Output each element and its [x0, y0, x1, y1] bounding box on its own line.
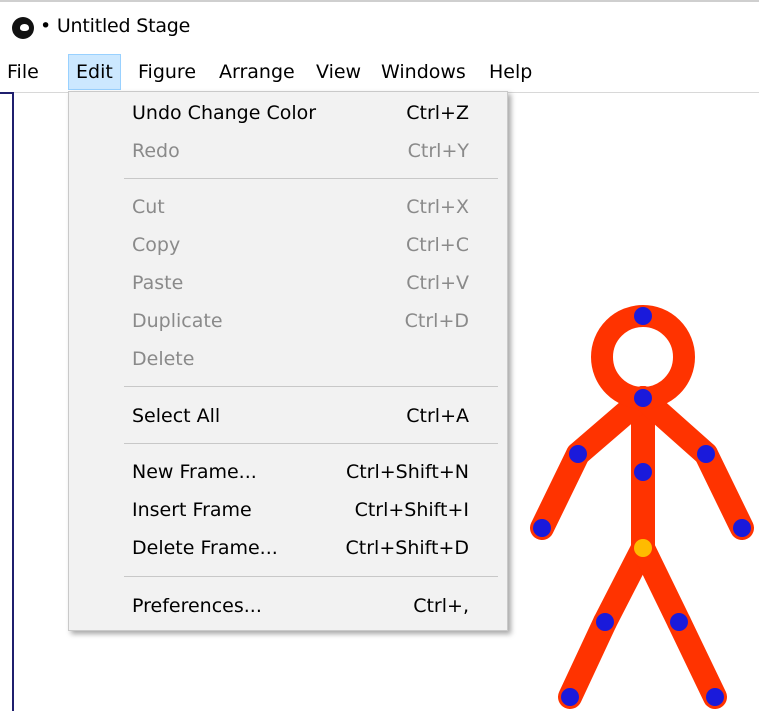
menu-item-label: Redo — [132, 140, 180, 162]
menu-item-label: Delete Frame... — [132, 537, 278, 559]
menu-item-shortcut: Ctrl+Y — [407, 140, 469, 162]
menu-item-new-frame[interactable]: New Frame... Ctrl+Shift+N — [69, 453, 507, 491]
menu-item-copy[interactable]: Copy Ctrl+C — [69, 226, 507, 264]
lower-right-leg[interactable] — [667, 610, 727, 709]
menu-item-shortcut: Ctrl+, — [413, 595, 469, 617]
left-hand-joint[interactable] — [533, 519, 551, 537]
menu-item-shortcut: Ctrl+Shift+I — [354, 499, 469, 521]
lower-left-leg[interactable] — [558, 610, 617, 709]
menu-item-shortcut: Ctrl+A — [406, 405, 469, 427]
menu-item-label: Cut — [132, 196, 165, 218]
menu-item-shortcut: Ctrl+V — [406, 272, 469, 294]
menu-item-label: Preferences... — [132, 595, 262, 617]
menu-item-shortcut: Ctrl+C — [406, 234, 469, 256]
menu-item-shortcut: Ctrl+Z — [406, 102, 469, 124]
menu-item-label: Delete — [132, 348, 195, 370]
torso-mid-joint[interactable] — [634, 463, 652, 481]
menu-item-delete[interactable]: Delete — [69, 340, 507, 378]
menu-item-shortcut: Ctrl+D — [404, 310, 469, 332]
neck-joint[interactable] — [634, 389, 652, 407]
menu-item-label: Copy — [132, 234, 181, 256]
left-foot-joint[interactable] — [561, 688, 579, 706]
menu-separator — [124, 443, 498, 444]
menu-item-delete-frame[interactable]: Delete Frame... Ctrl+Shift+D — [69, 529, 507, 567]
menu-item-redo[interactable]: Redo Ctrl+Y — [69, 132, 507, 170]
menu-item-cut[interactable]: Cut Ctrl+X — [69, 188, 507, 226]
menu-separator — [124, 386, 498, 387]
menu-separator — [124, 576, 498, 577]
menu-separator — [124, 178, 498, 179]
menu-item-label: New Frame... — [132, 461, 257, 483]
edit-menu-dropdown: Undo Change Color Ctrl+Z Redo Ctrl+Y Cut… — [68, 91, 508, 631]
menu-item-label: Paste — [132, 272, 184, 294]
menu-item-insert-frame[interactable]: Insert Frame Ctrl+Shift+I — [69, 491, 507, 529]
menu-item-label: Insert Frame — [132, 499, 252, 521]
menu-item-label: Undo Change Color — [132, 102, 317, 124]
left-knee-joint[interactable] — [596, 613, 614, 631]
lower-left-arm[interactable] — [530, 442, 590, 540]
right-elbow-joint[interactable] — [697, 445, 715, 463]
head-top-joint[interactable] — [634, 307, 652, 325]
origin-joint[interactable] — [634, 539, 652, 557]
right-hand-joint[interactable] — [733, 519, 751, 537]
menu-item-label: Select All — [132, 405, 221, 427]
figure-head[interactable] — [591, 305, 695, 409]
right-foot-joint[interactable] — [706, 688, 724, 706]
menu-item-select-all[interactable]: Select All Ctrl+A — [69, 397, 507, 435]
menu-item-shortcut: Ctrl+X — [406, 196, 469, 218]
menu-item-duplicate[interactable]: Duplicate Ctrl+D — [69, 302, 507, 340]
right-knee-joint[interactable] — [670, 613, 688, 631]
menu-item-shortcut: Ctrl+Shift+N — [345, 461, 469, 483]
figure-limbs — [530, 305, 754, 709]
left-elbow-joint[interactable] — [569, 445, 587, 463]
menu-item-label: Duplicate — [132, 310, 223, 332]
menu-item-shortcut: Ctrl+Shift+D — [345, 537, 469, 559]
menu-item-paste[interactable]: Paste Ctrl+V — [69, 264, 507, 302]
lower-right-arm[interactable] — [694, 442, 754, 540]
menu-item-preferences[interactable]: Preferences... Ctrl+, — [69, 587, 507, 625]
upper-right-leg[interactable] — [631, 536, 691, 634]
menu-item-undo[interactable]: Undo Change Color Ctrl+Z — [69, 94, 507, 132]
